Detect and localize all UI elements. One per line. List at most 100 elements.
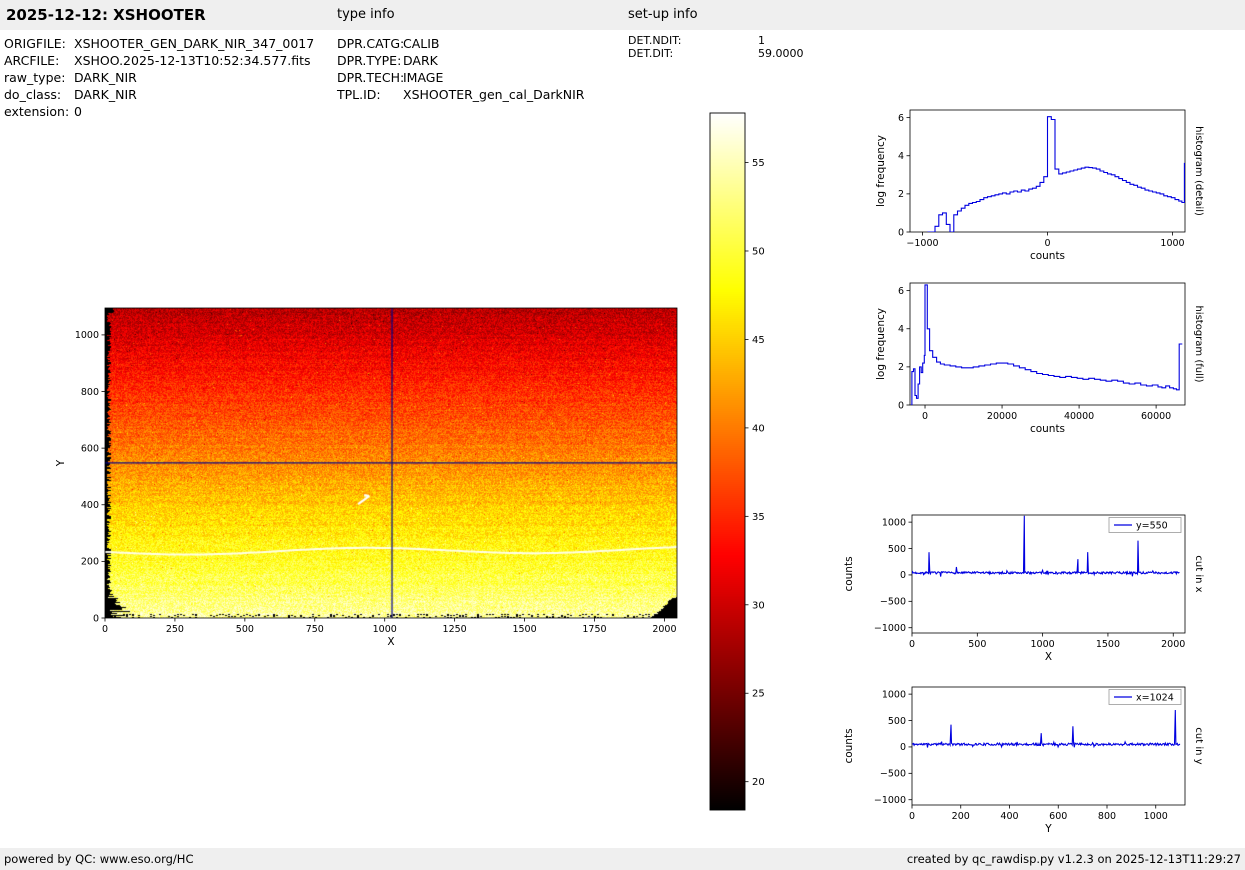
y-tick-label: 4 — [898, 151, 904, 162]
y-axis-label: log frequency — [875, 308, 887, 380]
x-tick-label: −1000 — [906, 238, 938, 249]
side-label: histogram (full) — [1193, 305, 1204, 382]
y-tick-label: 1000 — [75, 330, 99, 341]
x-tick-label: 0 — [909, 639, 915, 650]
histogram_detail-svg: −1000010000246countslog frequencyhistogr… — [840, 95, 1245, 280]
metadata-setup-block: DET.NDIT:1 DET.DIT:59.0000 — [628, 34, 804, 60]
x-axis-label: Y — [1044, 823, 1052, 835]
x-tick-label: 1500 — [512, 624, 536, 635]
x-tick-label: 500 — [236, 624, 254, 635]
histogram_full-axes-frame — [910, 283, 1185, 405]
qc-report-page: 2025-12-12: XSHOOTER type info set-up in… — [0, 0, 1245, 870]
y-tick-label: 2 — [898, 362, 904, 373]
colorbar-tick-label: 30 — [752, 600, 765, 611]
x-tick-label: 2000 — [1161, 639, 1185, 650]
meta-label: do_class: — [4, 86, 74, 103]
meta-value: DARK_NIR — [74, 69, 137, 86]
colorbar-axes-svg: 2025303540455055 — [700, 105, 810, 825]
x-axis-label: X — [1045, 651, 1052, 663]
footer-left-text: powered by QC: www.eso.org/HC — [4, 848, 193, 870]
colorbar: 2025303540455055 — [700, 105, 810, 825]
meta-value: 59.0000 — [758, 47, 804, 60]
x-tick-label: 0 — [922, 411, 928, 422]
histogram_full-data-line — [911, 285, 1183, 405]
y-tick-label: −1000 — [874, 623, 906, 634]
setup-info-heading: set-up info — [628, 0, 698, 30]
meta-value: XSHOO.2025-12-13T10:52:34.577.fits — [74, 52, 311, 69]
meta-row: DPR.TYPE:DARK — [337, 52, 584, 69]
heatmap-axes-frame — [105, 308, 677, 618]
x-tick-label: 20000 — [987, 411, 1017, 422]
side-label: cut in y — [1193, 727, 1204, 764]
y-tick-label: 0 — [900, 742, 906, 753]
meta-row: ORIGFILE:XSHOOTER_GEN_DARK_NIR_347_0017 — [4, 35, 314, 52]
y-axis-label: log frequency — [875, 135, 887, 207]
metadata-type-block: DPR.CATG:CALIB DPR.TYPE:DARK DPR.TECH:IM… — [337, 35, 584, 103]
meta-value: 1 — [758, 34, 765, 47]
legend-label: y=550 — [1136, 521, 1168, 532]
y-tick-label: −500 — [880, 769, 906, 780]
meta-label: DET.NDIT: — [628, 34, 758, 47]
legend-label: x=1024 — [1136, 693, 1174, 704]
histogram_full-svg: 02000040000600000246countslog frequencyh… — [840, 268, 1245, 453]
cut_in_y-data-line — [912, 710, 1180, 748]
x-axis-label: counts — [1030, 250, 1065, 262]
x-tick-label: 1000 — [1144, 811, 1168, 822]
y-tick-label: 500 — [888, 544, 906, 555]
y-tick-label: 6 — [898, 286, 904, 297]
colorbar-tick-label: 50 — [752, 246, 765, 257]
y-tick-label: 0 — [900, 570, 906, 581]
meta-row: do_class:DARK_NIR — [4, 86, 314, 103]
colorbar-tick-label: 25 — [752, 689, 765, 700]
y-axis-label: counts — [843, 556, 855, 591]
side-label: cut in x — [1193, 555, 1204, 592]
y-tick-label: 6 — [898, 113, 904, 124]
meta-value: XSHOOTER_gen_cal_DarkNIR — [403, 86, 584, 103]
y-tick-label: 400 — [81, 500, 99, 511]
x-tick-label: 600 — [1049, 811, 1067, 822]
cut_in_x-svg: 0500100015002000−1000−50005001000Xcounts… — [840, 500, 1245, 680]
meta-row: TPL.ID:XSHOOTER_gen_cal_DarkNIR — [337, 86, 584, 103]
metadata-file-block: ORIGFILE:XSHOOTER_GEN_DARK_NIR_347_0017 … — [4, 35, 314, 120]
meta-row: DPR.TECH:IMAGE — [337, 69, 584, 86]
heatmap-axes-svg: 0250500750100012501500175020000200400600… — [40, 290, 700, 680]
y-tick-label: 600 — [81, 443, 99, 454]
y-tick-label: 1000 — [882, 689, 906, 700]
histogram-full-plot: 02000040000600000246countslog frequencyh… — [840, 268, 1245, 453]
x-tick-label: 2000 — [652, 624, 676, 635]
y-axis-label: Y — [55, 459, 67, 467]
meta-label: extension: — [4, 103, 74, 120]
meta-label: ORIGFILE: — [4, 35, 74, 52]
cut-in-x-plot: 0500100015002000−1000−50005001000Xcounts… — [840, 500, 1245, 680]
meta-label: DPR.TYPE: — [337, 52, 403, 69]
dark-frame-image-plot: 0250500750100012501500175020000200400600… — [40, 290, 700, 680]
x-tick-label: 1750 — [582, 624, 606, 635]
colorbar-tick-label: 40 — [752, 423, 765, 434]
y-tick-label: −1000 — [874, 795, 906, 806]
y-tick-label: 800 — [81, 387, 99, 398]
colorbar-frame — [710, 113, 745, 810]
header-bar: 2025-12-12: XSHOOTER type info set-up in… — [0, 0, 1245, 30]
x-tick-label: 250 — [166, 624, 184, 635]
histogram-detail-plot: −1000010000246countslog frequencyhistogr… — [840, 95, 1245, 280]
type-info-heading: type info — [337, 0, 395, 30]
x-tick-label: 0 — [102, 624, 108, 635]
x-tick-label: 1250 — [443, 624, 467, 635]
x-tick-label: 400 — [1000, 811, 1018, 822]
x-tick-label: 60000 — [1141, 411, 1171, 422]
x-axis-label: X — [387, 636, 394, 648]
meta-value: DARK — [403, 52, 438, 69]
colorbar-tick-label: 55 — [752, 158, 765, 169]
y-tick-label: 200 — [81, 557, 99, 568]
meta-value: 0 — [74, 103, 82, 120]
cut-in-y-plot: 02004006008001000−1000−50005001000Ycount… — [840, 672, 1245, 852]
x-axis-label: counts — [1030, 423, 1065, 435]
y-tick-label: −500 — [880, 597, 906, 608]
y-tick-label: 0 — [898, 400, 904, 411]
meta-value: XSHOOTER_GEN_DARK_NIR_347_0017 — [74, 35, 314, 52]
meta-label: DPR.TECH: — [337, 69, 403, 86]
footer-right-text: created by qc_rawdisp.py v1.2.3 on 2025-… — [907, 848, 1241, 870]
x-tick-label: 0 — [1044, 238, 1050, 249]
histogram_detail-data-line — [928, 117, 1186, 232]
meta-label: raw_type: — [4, 69, 74, 86]
